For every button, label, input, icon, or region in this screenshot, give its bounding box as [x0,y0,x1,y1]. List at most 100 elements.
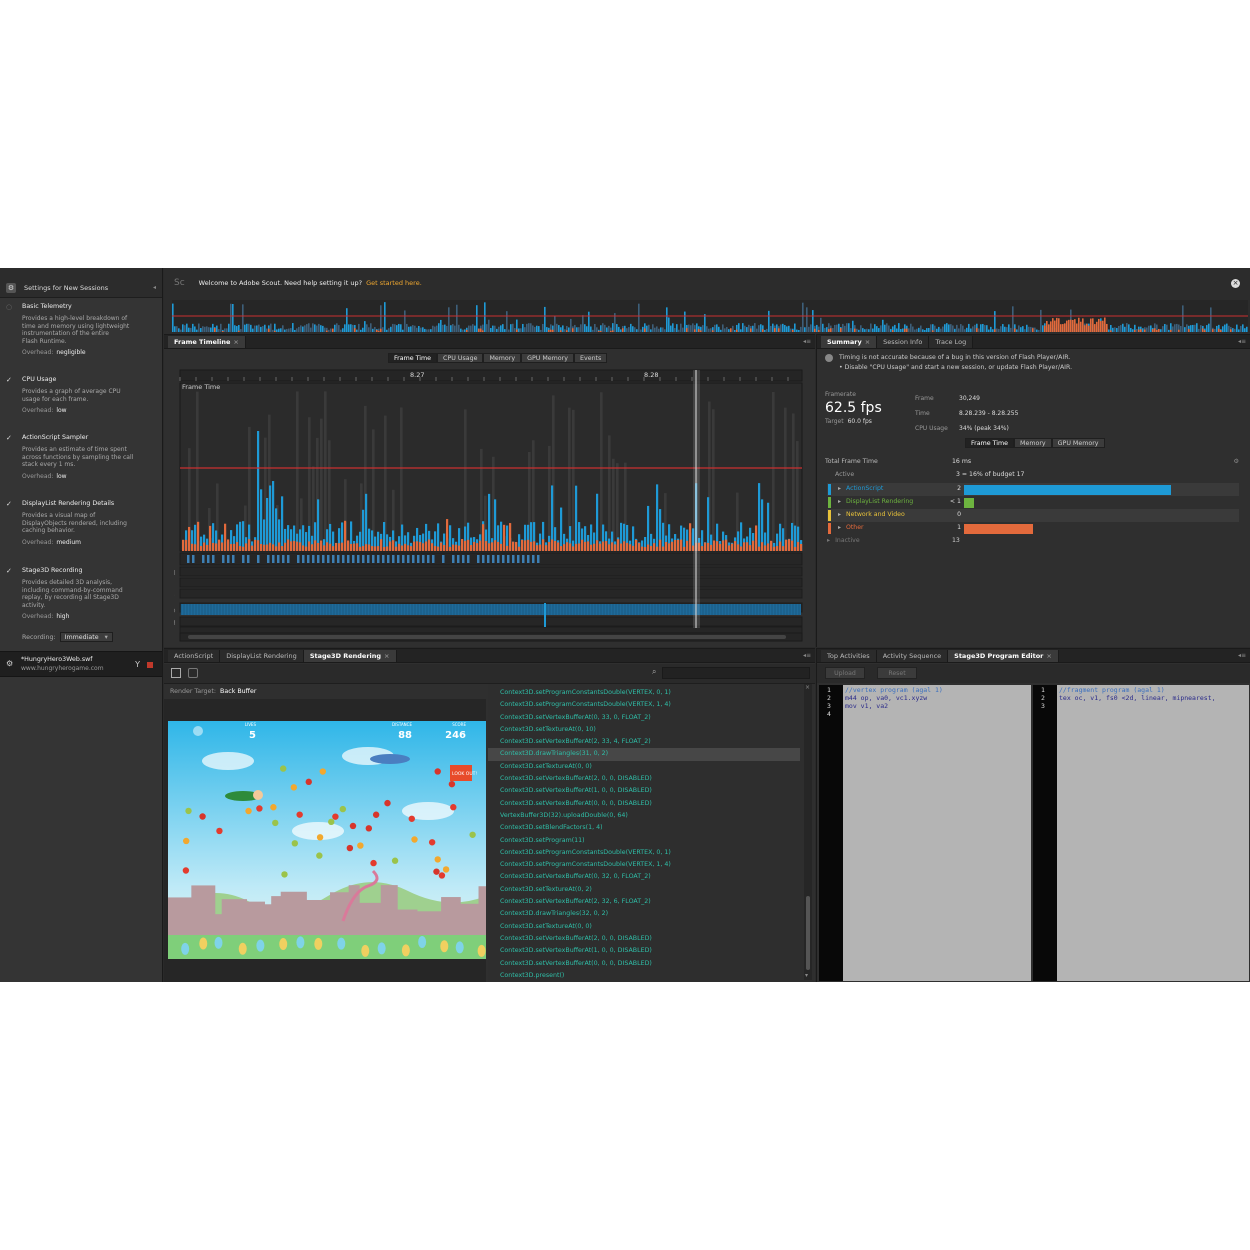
tab-displaylist-rendering[interactable]: DisplayList Rendering [220,650,304,662]
tab-frame-timeline[interactable]: Frame Timeline × [168,336,246,348]
command-item[interactable]: Context3D.setProgramConstantsDouble(VERT… [488,859,800,871]
panel-menu-icon[interactable]: ◂≡ [1238,652,1246,659]
expand-icon[interactable]: ▸ [838,498,841,505]
panel-menu-icon[interactable]: ◂≡ [803,338,811,345]
command-item[interactable]: Context3D.setProgramConstantsDouble(VERT… [488,847,800,859]
expand-icon[interactable]: ▸ [838,524,841,531]
command-item[interactable]: Context3D.setVertexBufferAt(1, 0, 0, DIS… [488,945,800,957]
command-scrollbar[interactable]: × ▾ [804,684,812,980]
command-item[interactable]: Context3D.setProgramConstantsDouble(VERT… [488,687,800,699]
session-gear-icon[interactable]: ⚙ [6,659,13,668]
fragment-program-editor[interactable]: 123 //fragment program (agal 1) tex oc, v… [1033,685,1249,981]
tab-stage3d-program-editor[interactable]: Stage3D Program Editor × [948,650,1059,662]
tab-summary[interactable]: Summary × [821,336,878,348]
scroll-down-icon[interactable]: ▾ [805,972,808,979]
command-item[interactable]: VertexBuffer3D(32).uploadDouble(0, 64) [488,810,800,822]
close-tab-icon[interactable]: × [865,338,870,346]
command-item[interactable]: Context3D.drawTriangles(32, 0, 2) [488,908,800,920]
close-tab-icon[interactable]: × [1046,652,1051,660]
command-item[interactable]: Context3D.setProgramConstantsDouble(VERT… [488,699,800,711]
lane-icon[interactable]: ▣ [174,569,176,576]
scroll-thumb[interactable] [188,635,786,639]
reset-button[interactable]: Reset [877,667,917,679]
command-item[interactable]: Context3D.setVertexBufferAt(0, 32, 0, FL… [488,871,800,883]
session-overview-chart[interactable] [172,300,1248,332]
collapse-icon[interactable]: ◂ [153,284,156,291]
wireframe-icon[interactable] [188,668,198,678]
command-item[interactable]: Context3D.setTextureAt(0, 10) [488,724,800,736]
command-item[interactable]: Context3D.setVertexBufferAt(2, 32, 6, FL… [488,896,800,908]
setting-item[interactable]: ○ Basic Telemetry Provides a high-level br… [6,303,156,356]
toggle-cpu-usage[interactable]: CPU Usage [437,353,484,363]
close-tab-icon[interactable]: × [233,338,238,346]
tab-stage3d-rendering[interactable]: Stage3D Rendering × [303,650,397,662]
frame-timeline-chart[interactable]: 8.278.28Frame Time▸▣⚲↯◍▤ [174,367,808,647]
lane-icon[interactable]: ◍ [174,607,175,614]
checkmark-icon[interactable]: ✓ [6,500,12,508]
command-item[interactable]: Context3D.setTextureAt(0, 0) [488,761,800,773]
stop-icon[interactable] [147,662,153,668]
scroll-up-icon[interactable]: × [805,684,810,691]
command-item[interactable]: Context3D.setVertexBufferAt(1, 0, 0, DIS… [488,785,800,797]
activity-lane[interactable] [179,577,803,588]
tab-actionscript[interactable]: ActionScript [168,650,221,662]
tab-top-activities[interactable]: Top Activities [821,650,877,662]
scroll-thumb[interactable] [806,896,810,970]
upload-button[interactable]: Upload [825,667,865,679]
search-input[interactable] [662,667,810,679]
tab-activity-sequence[interactable]: Activity Sequence [876,650,949,662]
checkmark-icon[interactable]: ✓ [6,434,12,442]
image-view-icon[interactable] [171,668,181,678]
setting-item[interactable]: ✓ DisplayList Rendering Details Provides a… [6,500,156,546]
vertex-program-editor[interactable]: 1234 //vertex program (agal 1) m44 op, va… [819,685,1031,981]
command-item[interactable]: Context3D.setVertexBufferAt(0, 33, 0, FL… [488,712,800,724]
get-started-link[interactable]: Get started here. [366,279,422,287]
activity-row[interactable]: ▸ ActionScript 2 [827,483,1239,496]
close-tab-icon[interactable]: × [384,652,389,660]
checkmark-icon[interactable]: ✓ [6,567,12,575]
command-item[interactable]: Context3D.drawTriangles(31, 0, 2) [488,748,800,761]
toggle-gpu-memory[interactable]: GPU Memory [1051,438,1105,448]
command-item[interactable]: Context3D.setVertexBufferAt(2, 33, 4, FL… [488,736,800,748]
toggle-events[interactable]: Events [573,353,608,363]
tab-trace-log[interactable]: Trace Log [929,336,974,348]
toggle-frame-time[interactable]: Frame Time [388,353,438,363]
activity-lane[interactable] [179,616,803,627]
command-item[interactable]: Context3D.present() [488,970,800,982]
activity-row[interactable]: ▸ Network and Video 0 [827,509,1239,522]
search-icon[interactable]: ⌕ [652,667,656,677]
command-item[interactable]: Context3D.setTextureAt(0, 0) [488,921,800,933]
lane-icon[interactable]: ▤ [174,619,176,626]
options-icon[interactable]: ⚙ [1233,458,1239,465]
toggle-frame-time[interactable]: Frame Time [965,438,1015,448]
expand-icon[interactable]: ▸ [838,485,841,492]
recording-select[interactable]: Immediate ▾ [59,632,113,642]
setting-item[interactable]: ✓ ActionScript Sampler Provides an estimat… [6,434,156,480]
expand-icon[interactable]: ▸ [827,537,830,544]
panel-menu-icon[interactable]: ◂≡ [1238,338,1246,345]
command-item[interactable]: Context3D.setVertexBufferAt(0, 0, 0, DIS… [488,798,800,810]
activity-row[interactable]: ▸ DisplayList Rendering < 1 [827,496,1239,509]
command-item[interactable]: Context3D.setVertexBufferAt(0, 0, 0, DIS… [488,958,800,970]
close-icon[interactable]: × [1231,278,1240,288]
command-item[interactable]: Context3D.setVertexBufferAt(2, 0, 0, DIS… [488,773,800,785]
setting-item[interactable]: ✓ Stage3D Recording Provides detailed 3D a… [6,567,156,620]
tab-session-info[interactable]: Session Info [877,336,930,348]
command-item[interactable]: Context3D.setProgram(11) [488,835,800,847]
panel-menu-icon[interactable]: ◂≡ [803,652,811,659]
setting-item[interactable]: ✓ CPU Usage Provides a graph of average CP… [6,376,156,414]
activity-row[interactable]: ▸ Other 1 [827,522,1239,535]
activity-lane[interactable] [179,566,803,577]
gear-icon[interactable]: ⚙ [6,282,16,293]
expand-icon[interactable]: ▸ [838,511,841,518]
command-item[interactable]: Context3D.setBlendFactors(1, 4) [488,822,800,834]
toggle-gpu-memory[interactable]: GPU Memory [521,353,574,363]
lane-icon[interactable]: ↯ [174,591,175,598]
command-item[interactable]: Context3D.setVertexBufferAt(2, 0, 0, DIS… [488,933,800,945]
filter-icon[interactable]: Y [135,660,140,669]
session-item[interactable]: ⚙ *HungryHero3Web.swf www.hungryherogame… [0,651,162,677]
toggle-memory[interactable]: Memory [483,353,522,363]
unchecked-icon[interactable]: ○ [6,303,12,311]
command-item[interactable]: Context3D.setTextureAt(0, 2) [488,884,800,896]
toggle-memory[interactable]: Memory [1014,438,1052,448]
